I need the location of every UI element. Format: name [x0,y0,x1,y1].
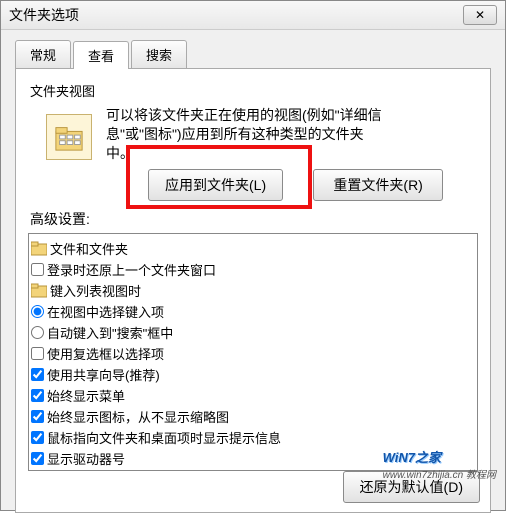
tab-general[interactable]: 常规 [15,40,71,68]
tree-item[interactable]: 鼠标指向文件夹和桌面项时显示提示信息 [31,427,475,448]
views-desc-line1: 可以将该文件夹正在使用的视图(例如"详细信 [106,106,478,125]
titlebar: 文件夹选项 ✕ [1,1,505,30]
radio[interactable] [31,326,44,339]
tab-view[interactable]: 查看 [73,41,129,69]
tree-item-label: 始终显示菜单 [47,386,125,405]
tree-item-label: 鼠标指向文件夹和桌面项时显示提示信息 [47,428,281,447]
folder-icon [31,240,47,256]
reset-folders-button[interactable]: 重置文件夹(R) [313,169,443,201]
tree-item-label: 登录时还原上一个文件夹窗口 [47,260,216,279]
folder-views-icon [46,114,92,160]
tree-item-group: 键入列表视图时 [31,280,475,301]
folder-views-group-title: 文件夹视图 [30,81,478,100]
views-desc-line3: 中。 [106,144,478,163]
checkbox[interactable] [31,263,44,276]
folder-views-row: 可以将该文件夹正在使用的视图(例如"详细信 息"或"图标")应用到所有这种类型的… [28,106,478,163]
tree-item-label: 隐藏计算机文件夹中的空驱动器 [47,470,229,471]
radio[interactable] [31,305,44,318]
apply-to-folders-button[interactable]: 应用到文件夹(L) [148,169,283,201]
checkbox[interactable] [31,431,44,444]
tree-root: 文件和文件夹 [31,238,475,259]
views-desc-line2: 息"或"图标")应用到所有这种类型的文件夹 [106,125,478,144]
tree-item[interactable]: 登录时还原上一个文件夹窗口 [31,259,475,280]
tree-item-label: 始终显示图标，从不显示缩略图 [47,407,229,426]
dialog-title: 文件夹选项 [9,5,79,25]
tree-item[interactable]: 在视图中选择键入项 [31,301,475,322]
tree-item-label: 在视图中选择键入项 [47,302,164,321]
tree-item[interactable]: 使用复选框以选择项 [31,343,475,364]
folder-options-dialog: 文件夹选项 ✕ 常规 查看 搜索 文件夹视图 可以将该文件夹正在使用的视图(例如… [0,0,506,511]
restore-defaults-button[interactable]: 还原为默认值(D) [343,471,480,503]
checkbox[interactable] [31,452,44,465]
tree-item[interactable]: 始终显示菜单 [31,385,475,406]
view-panel: 文件夹视图 可以将该文件夹正在使用的视图(例如"详细信 息"或"图标")应用到所… [15,68,491,513]
close-icon: ✕ [475,8,485,22]
tree-item-label: 自动键入到"搜索"框中 [47,323,173,342]
tree-item[interactable]: 自动键入到"搜索"框中 [31,322,475,343]
tree-item-label: 显示驱动器号 [47,449,125,468]
folder-icon [31,282,47,298]
tabbar: 常规 查看 搜索 [15,40,491,68]
folder-views-buttons: 应用到文件夹(L) 重置文件夹(R) [148,169,478,201]
folder-views-description: 可以将该文件夹正在使用的视图(例如"详细信 息"或"图标")应用到所有这种类型的… [106,106,478,163]
tree-root-label: 文件和文件夹 [50,239,128,258]
checkbox[interactable] [31,389,44,402]
checkbox[interactable] [31,347,44,360]
tree-item[interactable]: 显示驱动器号 [31,448,475,469]
close-button[interactable]: ✕ [463,5,497,25]
tree-item[interactable]: 使用共享向导(推荐) [31,364,475,385]
tree-item-label: 使用共享向导(推荐) [47,365,160,384]
tree-item-label: 使用复选框以选择项 [47,344,164,363]
tab-search[interactable]: 搜索 [131,40,187,68]
tree-item[interactable]: 始终显示图标，从不显示缩略图 [31,406,475,427]
checkbox[interactable] [31,410,44,423]
tree-item-label: 键入列表视图时 [50,281,141,300]
advanced-settings-tree[interactable]: 文件和文件夹 登录时还原上一个文件夹窗口 键入列表视图时 在视图中选择键入项 自… [28,233,478,471]
checkbox[interactable] [31,368,44,381]
advanced-settings-title: 高级设置: [30,209,478,229]
